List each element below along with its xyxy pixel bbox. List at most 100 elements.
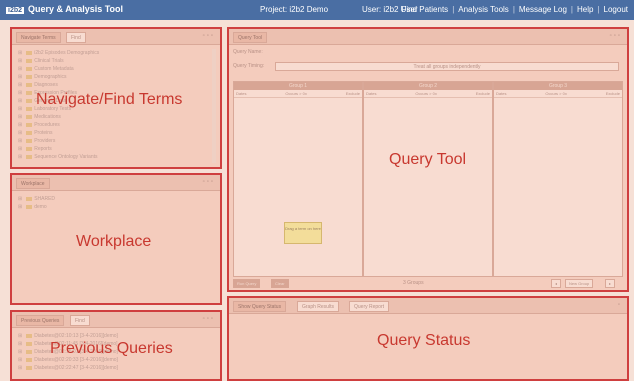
tree-item[interactable]: ⊞ SHARED bbox=[18, 195, 55, 203]
previous-queries-label: Previous Queries bbox=[50, 340, 173, 357]
tab-workplace[interactable]: Workplace bbox=[16, 178, 50, 189]
tab-show-query-status[interactable]: Show Query Status bbox=[233, 301, 287, 312]
exclude-button[interactable]: Exclude bbox=[476, 90, 490, 97]
dates-button[interactable]: Dates bbox=[496, 90, 506, 97]
tab-find[interactable]: Find bbox=[70, 315, 90, 326]
folder-icon bbox=[26, 122, 33, 127]
tree-item[interactable]: ⊞ Diagnoses bbox=[18, 81, 99, 89]
nav-help[interactable]: Help bbox=[577, 5, 593, 14]
clear-button[interactable]: Clear bbox=[271, 279, 289, 288]
project-label: Project: i2b2 Demo bbox=[260, 5, 329, 14]
exclude-button[interactable]: Exclude bbox=[346, 90, 360, 97]
navigate-terms-panel: Navigate Terms Find ▫▫▫ ⊞ i2b2 Episodes D… bbox=[10, 27, 222, 169]
tab-query-report[interactable]: Query Report bbox=[349, 301, 390, 312]
nav-separator: | bbox=[452, 5, 455, 14]
folder-icon bbox=[26, 106, 33, 111]
folder-icon bbox=[26, 196, 33, 201]
tab-graph-results[interactable]: Graph Results bbox=[297, 301, 339, 312]
tree-item[interactable]: ⊞ demo bbox=[18, 203, 55, 211]
query-group-3: Group 3 Dates Occurs > 0x Exclude bbox=[493, 81, 623, 277]
query-timing-select[interactable]: Treat all groups independently bbox=[275, 62, 619, 71]
tab-navigate-terms[interactable]: Navigate Terms bbox=[16, 32, 61, 43]
tab-find[interactable]: Find bbox=[66, 32, 86, 43]
folder-icon bbox=[26, 365, 33, 370]
nav-separator: | bbox=[597, 5, 600, 14]
panel-header: Workplace ▫▫▫ bbox=[12, 175, 220, 191]
occurs-button[interactable]: Occurs > 0x bbox=[285, 90, 306, 97]
nav-find-patients[interactable]: Find Patients bbox=[401, 5, 448, 14]
tree-item[interactable]: ⊞ Sequence Ontology Variants bbox=[18, 153, 99, 161]
tree-item[interactable]: ⊞ Procedures bbox=[18, 121, 99, 129]
query-group-1: Group 1 Dates Occurs > 0x Exclude Drag a… bbox=[233, 81, 363, 277]
top-nav: Find Patients | Analysis Tools | Message L… bbox=[401, 5, 628, 14]
folder-icon bbox=[26, 50, 33, 55]
new-group-button[interactable]: New Group bbox=[565, 279, 594, 288]
drop-target-hint[interactable]: Drag a term on here bbox=[284, 222, 322, 244]
folder-icon bbox=[26, 138, 33, 143]
panel-window-controls[interactable]: ▫▫▫ bbox=[610, 33, 622, 39]
nav-message-log[interactable]: Message Log bbox=[519, 5, 567, 14]
query-group-2: Group 2 Dates Occurs > 0x Exclude bbox=[363, 81, 493, 277]
group-header: Group 2 bbox=[364, 82, 492, 90]
app-window: i2b2 Query & Analysis Tool Project: i2b2 … bbox=[0, 0, 634, 381]
query-timing-row: Query Timing: Treat all groups independe… bbox=[233, 62, 623, 71]
folder-icon bbox=[26, 66, 33, 71]
query-status-label: Query Status bbox=[377, 332, 471, 349]
folder-icon bbox=[26, 154, 33, 159]
folder-icon bbox=[26, 357, 33, 362]
tree-item[interactable]: ⊞ i2b2 Episodes Demographics bbox=[18, 49, 99, 57]
tree-item[interactable]: ⊞ Demographics bbox=[18, 73, 99, 81]
tree-item[interactable]: ⊞ Custom Metadata bbox=[18, 65, 99, 73]
app-title: Query & Analysis Tool bbox=[28, 4, 124, 14]
folder-icon bbox=[26, 333, 33, 338]
query-name-row: Query Name: bbox=[233, 48, 623, 57]
nav-logout[interactable]: Logout bbox=[604, 5, 628, 14]
query-tool-label: Query Tool bbox=[389, 151, 467, 168]
groups-count: 3 Groups bbox=[403, 280, 424, 286]
group-columns: Dates Occurs > 0x Exclude bbox=[494, 90, 622, 98]
tab-previous-queries[interactable]: Previous Queries bbox=[16, 315, 65, 326]
query-timing-label: Query Timing: bbox=[233, 63, 265, 69]
tree-item[interactable]: ⊞ Diabetes@02:22:47 [3-4-2016][demo] bbox=[18, 364, 118, 372]
panel-window-controls[interactable]: ▫▫▫ bbox=[203, 179, 215, 185]
nav-analysis-tools[interactable]: Analysis Tools bbox=[458, 5, 509, 14]
dates-button[interactable]: Dates bbox=[236, 90, 246, 97]
prev-group-icon[interactable]: ◂ bbox=[551, 279, 562, 288]
tab-query-tool[interactable]: Query Tool bbox=[233, 32, 268, 43]
tree-item[interactable]: ⊞ Proteins bbox=[18, 129, 99, 137]
folder-icon bbox=[26, 204, 33, 209]
tree-item[interactable]: ⊞ Providers bbox=[18, 137, 99, 145]
query-footer: Run Query Clear 3 Groups ◂ New Group ▸ bbox=[233, 279, 623, 290]
group-columns: Dates Occurs > 0x Exclude bbox=[234, 90, 362, 98]
tree-scrollbar[interactable] bbox=[212, 49, 216, 163]
panel-window-controls[interactable]: ▫ bbox=[618, 302, 622, 308]
query-status-panel: Show Query Status Graph Results Query Re… bbox=[227, 296, 629, 381]
group-header: Group 1 bbox=[234, 82, 362, 90]
workplace-tree: ⊞ SHARED ⊞ demo bbox=[18, 195, 55, 211]
occurs-button[interactable]: Occurs > 0x bbox=[415, 90, 436, 97]
nav-separator: | bbox=[570, 5, 573, 14]
folder-icon bbox=[26, 146, 33, 151]
tree-item[interactable]: ⊞ Reports bbox=[18, 145, 99, 153]
next-group-icon[interactable]: ▸ bbox=[605, 279, 616, 288]
panel-window-controls[interactable]: ▫▫▫ bbox=[203, 33, 215, 39]
panel-header: Show Query Status Graph Results Query Re… bbox=[229, 298, 627, 314]
tree-item[interactable]: ⊞ Medications bbox=[18, 113, 99, 121]
occurs-button[interactable]: Occurs > 0x bbox=[545, 90, 566, 97]
query-name-label: Query Name: bbox=[233, 49, 263, 55]
tree-item[interactable]: ⊞ Diabetes@02:10:13 [3-4-2016][demo] bbox=[18, 332, 118, 340]
folder-icon bbox=[26, 98, 33, 103]
panel-header: Query Tool ▫▫▫ bbox=[229, 29, 627, 45]
run-query-button[interactable]: Run Query bbox=[233, 279, 261, 288]
panel-header: Previous Queries Find ▫▫▫ bbox=[12, 312, 220, 328]
navigate-terms-label: Navigate/Find Terms bbox=[36, 91, 183, 108]
query-tool-panel: Query Tool ▫▫▫ Query Name: Query Timing:… bbox=[227, 27, 629, 292]
folder-icon bbox=[26, 82, 33, 87]
dates-button[interactable]: Dates bbox=[366, 90, 376, 97]
folder-icon bbox=[26, 90, 33, 95]
panel-window-controls[interactable]: ▫▫▫ bbox=[203, 316, 215, 322]
tree-item[interactable]: ⊞ Clinical Trials bbox=[18, 57, 99, 65]
app-brand: i2b2 Query & Analysis Tool bbox=[6, 4, 123, 14]
exclude-button[interactable]: Exclude bbox=[606, 90, 620, 97]
folder-icon bbox=[26, 341, 33, 346]
